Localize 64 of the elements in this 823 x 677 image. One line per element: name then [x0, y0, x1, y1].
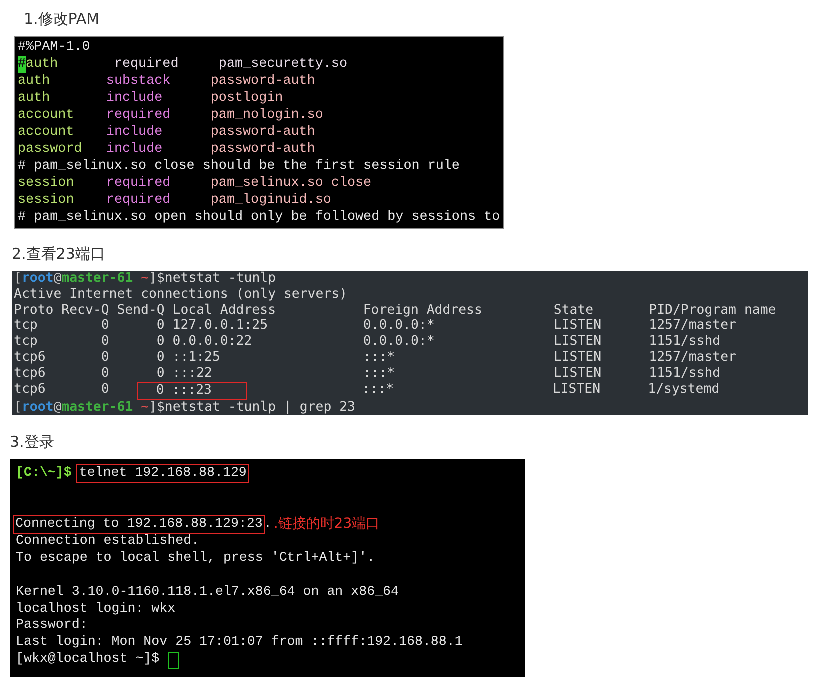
- terminal-text: Active Internet connections (only servers): [14, 286, 348, 303]
- terminal-text: root: [22, 271, 54, 287]
- terminal-text: :::* LISTEN 1/systemd: [361, 382, 720, 399]
- terminal-text: master-61: [62, 271, 134, 287]
- terminal-text: password: [18, 141, 84, 158]
- terminal-text: required: [106, 107, 172, 124]
- terminal-text: password-auth: [210, 141, 316, 158]
- terminal-text: required: [106, 192, 172, 209]
- terminal-text: To escape to local shell, press 'Ctrl+Alt+]'.: [16, 550, 376, 567]
- terminal-text: # pam_selinux.so close should be the first session rule: [18, 158, 460, 175]
- terminal-text: # pam_selinux.so open should only be followed by sessions to: [18, 209, 500, 226]
- terminal-text: ~: [140, 271, 150, 287]
- terminal-text: [C:\~]$: [16, 465, 73, 482]
- terminal-text: password-auth: [210, 73, 316, 90]
- terminal-text: password-auth: [210, 124, 316, 141]
- terminal-text: [: [14, 400, 22, 416]
- terminal-text: #%PAM-1.0: [18, 39, 90, 56]
- terminal-text: tcp 0 0 0.0.0.0:22 0.0.0.0:* LISTEN 1151/sshd: [14, 334, 721, 350]
- terminal-text: include: [106, 90, 164, 107]
- terminal-text: [: [14, 271, 22, 287]
- section-heading: 3.登录: [10, 432, 54, 454]
- terminal-text: Connection established.: [16, 532, 200, 550]
- highlighted-text: Connecting to 192.168.88.129:23: [12, 515, 265, 534]
- terminal-text: auth: [18, 90, 52, 107]
- terminal-text: tcp6 0 0 :::22 :::* LISTEN 1151/sshd: [14, 366, 721, 382]
- terminal-text: master-61: [62, 400, 134, 416]
- highlighted-text: 0 :::23: [137, 382, 247, 400]
- annotation-text: .链接的时23端口: [274, 516, 380, 533]
- terminal-text: Kernel 3.10.0-1160.118.1.el7.x86_64 on an x86_64: [16, 584, 400, 601]
- terminal-text: .: [264, 516, 272, 533]
- terminal-text: session: [18, 175, 76, 192]
- terminal-text: postlogin: [210, 90, 284, 107]
- terminal-text: substack: [106, 73, 172, 90]
- terminal-text: pam_loginuid.so: [210, 192, 332, 209]
- terminal-text: Proto Recv-Q Send-Q Local Address Foreign Address State PID/Program name: [14, 302, 776, 318]
- terminal-text: localhost login: wkx: [16, 600, 176, 618]
- terminal-text: include: [106, 141, 164, 158]
- terminal-text: ]$netstat -tunlp | grep 23: [149, 400, 356, 416]
- terminal-text: account: [18, 124, 76, 141]
- terminal-text: tcp6 0 0 ::1:25 :::* LISTEN 1257/master: [14, 350, 736, 366]
- terminal-text: required: [114, 56, 180, 73]
- terminal-text: @: [54, 271, 62, 287]
- terminal-text: pam_securetty.so: [218, 56, 348, 73]
- section-heading: 1.修改PAM: [23, 9, 100, 30]
- terminal-text: ~: [140, 400, 150, 416]
- highlighted-text: telnet 192.168.88.129: [76, 464, 249, 484]
- terminal-text: Last login: Mon Nov 25 17:01:07 from ::ffff:192.168.88.1: [16, 634, 463, 652]
- terminal-text: pam_selinux.so close: [210, 175, 372, 192]
- terminal-text: tcp 0 0 127.0.0.1:25 0.0.0.0:* LISTEN 1257/master: [14, 318, 736, 334]
- cursor-highlight: #: [18, 56, 26, 73]
- terminal-text: session: [18, 192, 76, 209]
- terminal-text: root: [22, 400, 54, 416]
- terminal-text: pam_nologin.so: [210, 107, 324, 124]
- terminal-text: account: [18, 107, 76, 124]
- terminal-text: ]$netstat -tunlp: [149, 271, 276, 287]
- section-heading: 2.查看23端口: [11, 244, 106, 265]
- terminal-text: auth: [26, 56, 60, 73]
- terminal-text: auth: [18, 73, 52, 90]
- terminal-text: [wkx@localhost ~]$: [16, 651, 161, 668]
- terminal-text: tcp6 0: [14, 382, 110, 399]
- terminal-text: Password:: [16, 617, 88, 634]
- terminal-text: include: [106, 124, 164, 141]
- terminal-text: required: [106, 175, 172, 192]
- terminal-text: @: [54, 400, 62, 416]
